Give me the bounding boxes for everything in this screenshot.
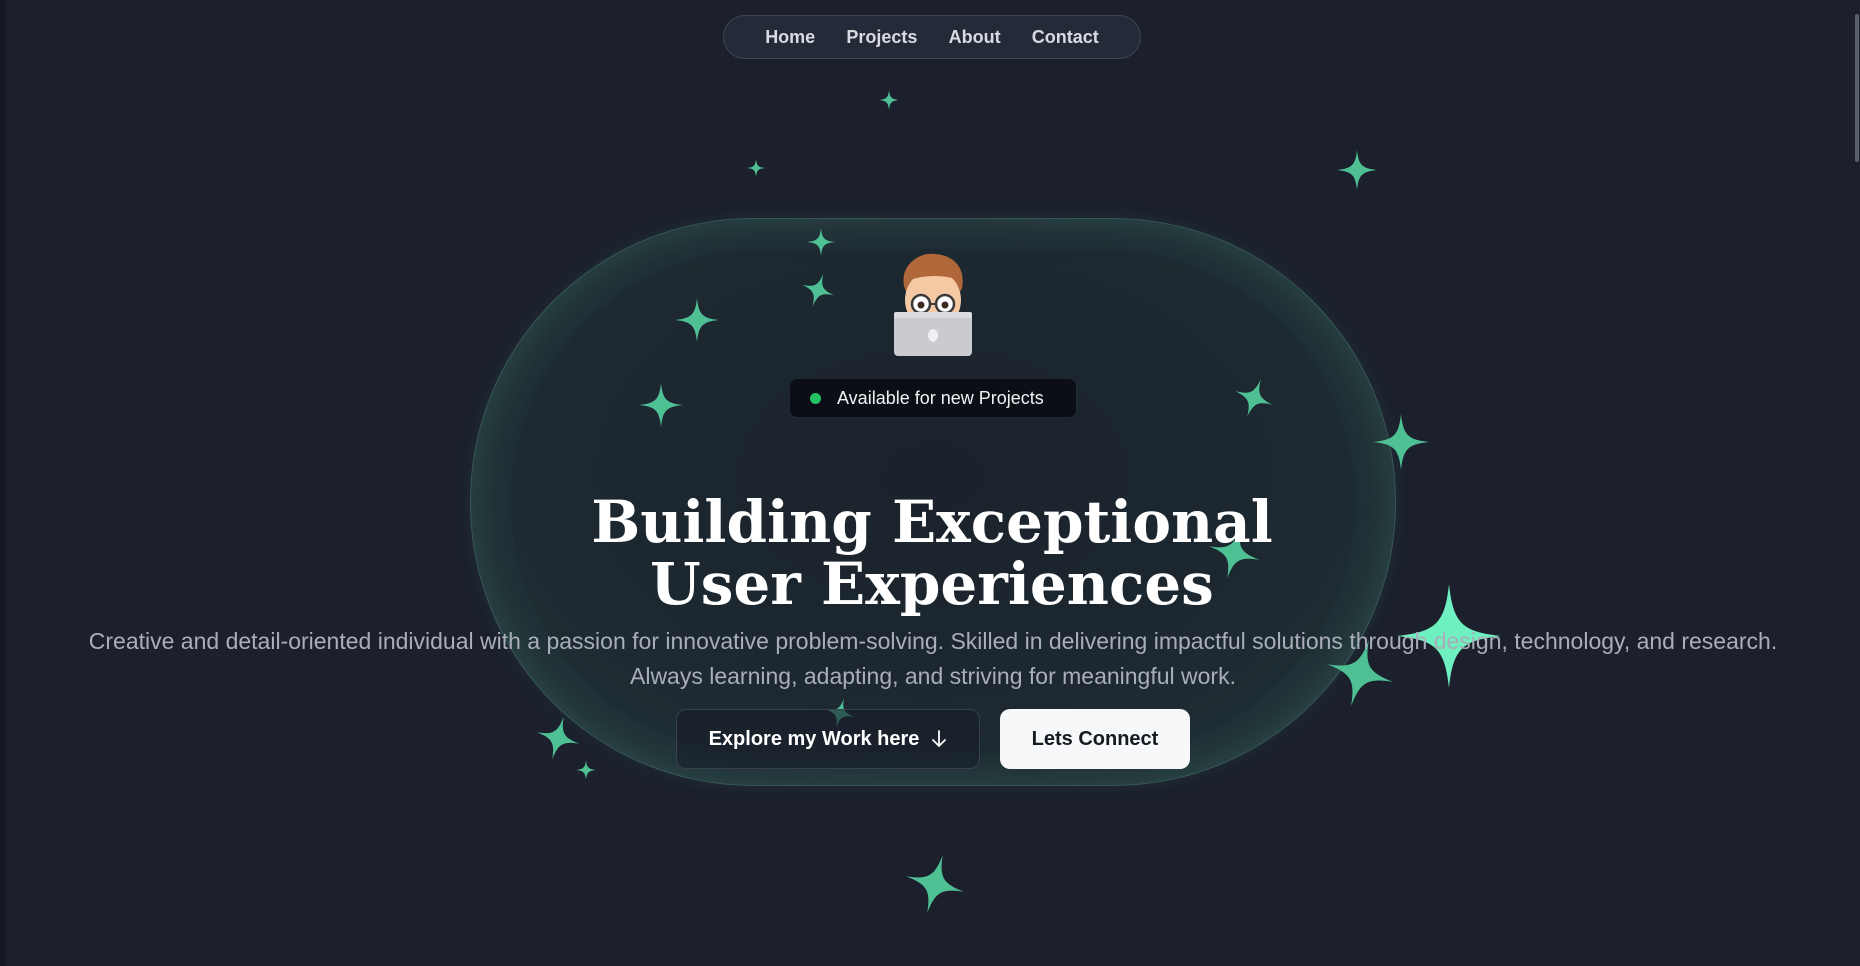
nav-projects-link[interactable]: Projects (846, 27, 917, 48)
hero-title-line-2: User Experiences (650, 549, 1214, 618)
window-edge (0, 0, 5, 966)
memoji-laptop-icon (894, 253, 972, 356)
availability-status-badge: Available for new Projects (789, 378, 1077, 418)
sparkle-icon (879, 90, 899, 110)
portfolio-page: Home Projects About Contact Available fo… (0, 0, 1860, 966)
nav-contact-link[interactable]: Contact (1032, 27, 1099, 48)
availability-status-text: Available for new Projects (837, 387, 1044, 408)
hero-description-line-2: Always learning, adapting, and striving … (630, 663, 1236, 689)
lets-connect-button-label: Lets Connect (1031, 727, 1159, 750)
nav-home-link[interactable]: Home (765, 27, 815, 48)
sparkle-icon (576, 760, 596, 780)
hero-title: Building Exceptional User Experiences (430, 491, 1434, 615)
top-navigation: Home Projects About Contact (723, 15, 1141, 59)
hero-title-line-1: Building Exceptional (591, 487, 1273, 556)
scrollbar[interactable] (1853, 0, 1860, 966)
sparkle-icon (747, 159, 765, 177)
status-dot-icon (810, 392, 821, 404)
hero-description-line-1: Creative and detail-oriented individual … (88, 628, 1778, 654)
sparkle-icon (898, 847, 972, 921)
sparkle-icon (1337, 150, 1377, 190)
explore-work-button[interactable]: Explore my Work here (676, 709, 980, 769)
arrow-down-icon (932, 730, 947, 747)
explore-work-button-label: Explore my Work here (708, 727, 920, 750)
lets-connect-button[interactable]: Lets Connect (1000, 709, 1190, 769)
nav-about-link[interactable]: About (949, 27, 1001, 48)
hero-description: Creative and detail-oriented individual … (30, 624, 1836, 694)
scrollbar-thumb[interactable] (1855, 14, 1859, 162)
